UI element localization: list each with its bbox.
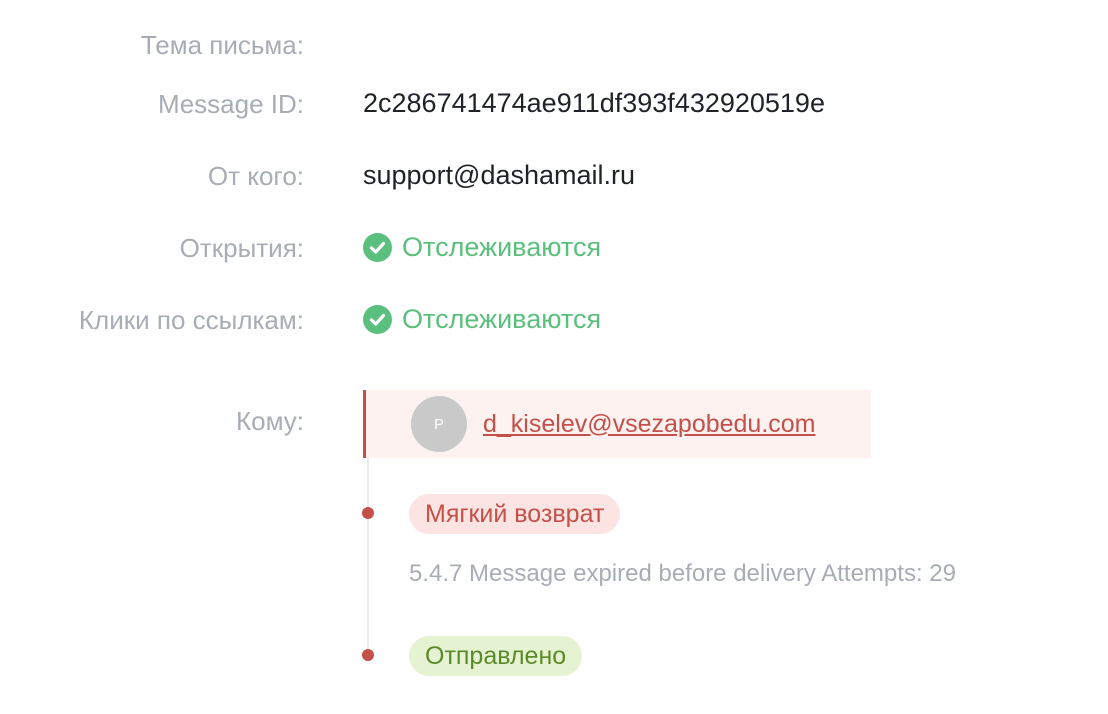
opens-status-text: Отслеживаются: [402, 232, 602, 262]
from-label: От кого:: [207, 161, 304, 191]
status-badge-sent: Отправлено: [409, 636, 583, 676]
clicks-status-text: Отслеживаются: [402, 304, 602, 334]
opens-label: Открытия:: [179, 233, 304, 263]
avatar: P: [411, 396, 467, 452]
to-label: Кому:: [236, 406, 304, 436]
subject-label: Тема письма:: [140, 30, 304, 60]
from-value: support@dashamail.ru: [363, 160, 636, 190]
bounce-details: 5.4.7 Message expired before delivery At…: [409, 560, 956, 587]
clicks-status: Отслеживаются: [363, 305, 601, 334]
timeline-line: [367, 458, 369, 656]
timeline-dot-sent: [362, 649, 374, 661]
timeline-dot-bounce: [362, 507, 374, 519]
message-id-value: 2c286741474ae911df393f432920519e: [363, 88, 825, 118]
check-circle-icon: [363, 305, 392, 334]
recipient-row: P d_kiselev@vsezapobedu.com: [363, 390, 871, 458]
check-circle-icon: [363, 233, 392, 262]
recipient-email-link[interactable]: d_kiselev@vsezapobedu.com: [483, 410, 816, 439]
message-id-label: Message ID:: [158, 89, 304, 119]
status-badge-soft-bounce: Мягкий возврат: [409, 494, 621, 534]
clicks-label: Клики по ссылкам:: [78, 305, 304, 335]
opens-status: Отслеживаются: [363, 233, 601, 262]
